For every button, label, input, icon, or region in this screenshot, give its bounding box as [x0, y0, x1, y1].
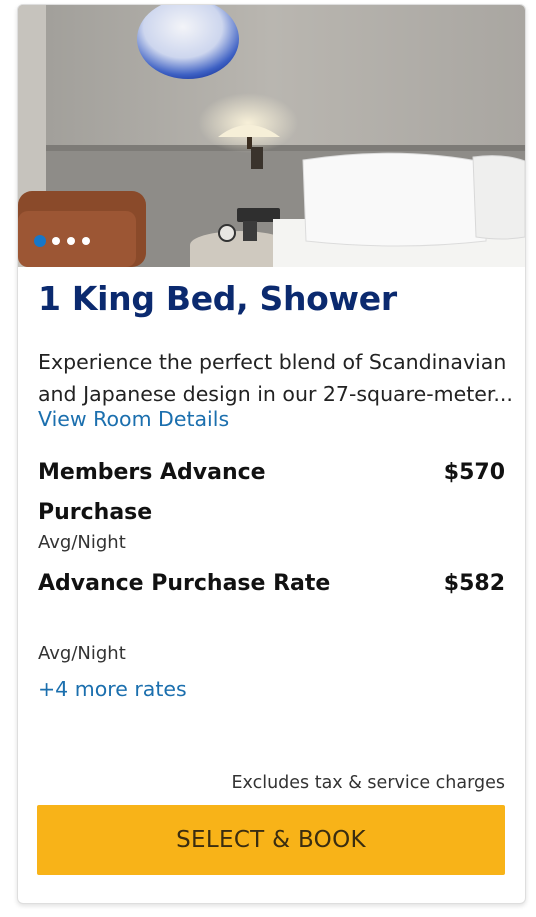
tax-disclaimer: Excludes tax & service charges — [231, 773, 505, 793]
rate-price-members-advance-purchase: $570 — [443, 460, 505, 485]
more-rates-link[interactable]: +4 more rates — [38, 677, 187, 701]
select-and-book-button[interactable]: SELECT & BOOK — [37, 805, 505, 875]
room-title: 1 King Bed, Shower — [38, 279, 397, 318]
carousel-dot-1[interactable] — [34, 235, 46, 247]
view-room-details-link[interactable]: View Room Details — [38, 407, 229, 431]
room-card: 1 King Bed, Shower Experience the perfec… — [17, 4, 526, 904]
rate-price-advance-purchase-rate: $582 — [443, 571, 505, 596]
room-photo[interactable] — [18, 5, 525, 267]
rate-unit-advance-purchase-rate: Avg/Night — [38, 643, 126, 664]
rate-name-advance-purchase-rate: Advance Purchase Rate — [38, 571, 331, 596]
rate-unit-members-advance-purchase: Avg/Night — [38, 532, 126, 553]
room-description: Experience the perfect blend of Scandina… — [38, 350, 513, 406]
carousel-dot-3[interactable] — [67, 237, 75, 245]
rate-name-members-advance-purchase: Members Advance Purchase — [38, 460, 266, 525]
room-photo-image — [18, 5, 525, 267]
carousel-dot-4[interactable] — [82, 237, 90, 245]
carousel-dot-2[interactable] — [52, 237, 60, 245]
